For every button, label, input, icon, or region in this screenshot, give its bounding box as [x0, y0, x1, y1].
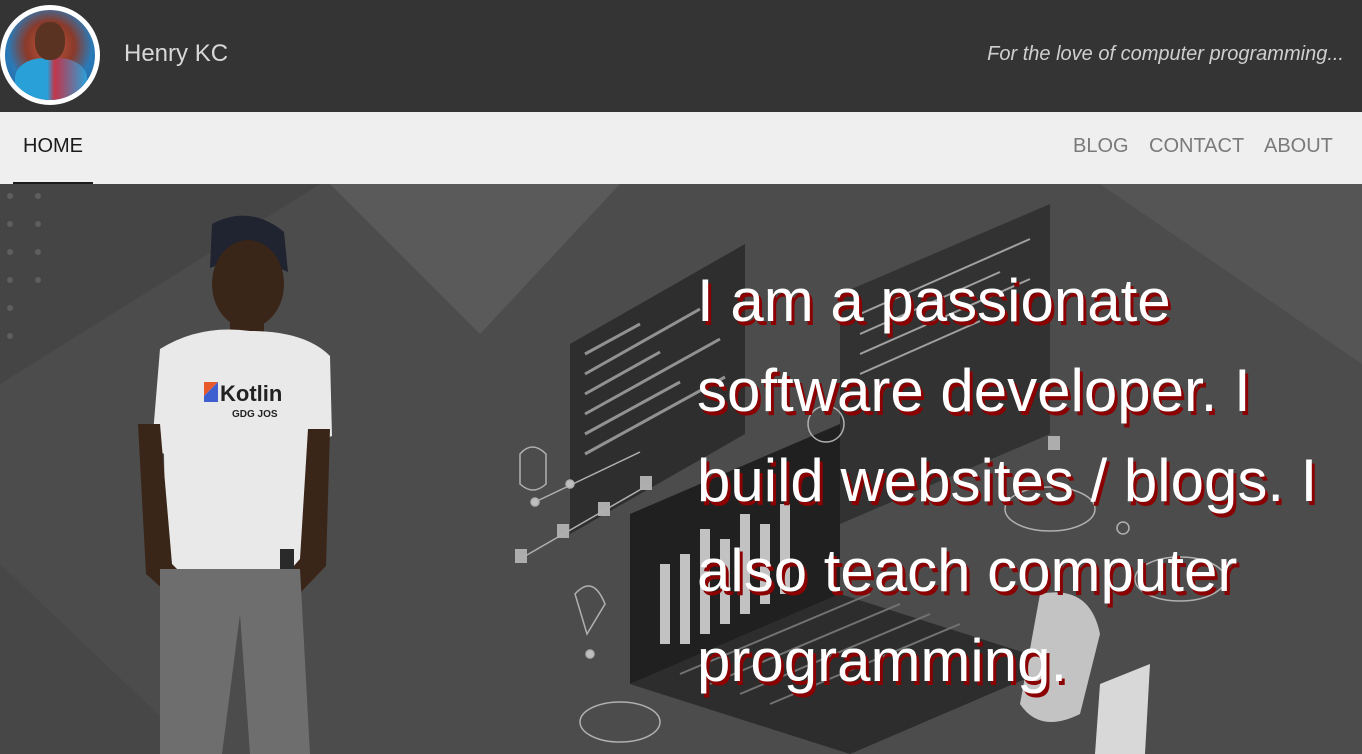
- nav-home-link[interactable]: HOME: [13, 135, 93, 185]
- hero-section: Kotlin GDG JOS I am a passionate softwar…: [0, 184, 1362, 754]
- profile-avatar[interactable]: [0, 5, 100, 105]
- site-title[interactable]: Henry KC: [124, 40, 228, 68]
- site-tagline: For the love of computer programming...: [987, 43, 1344, 65]
- nav-about-link[interactable]: ABOUT: [1264, 135, 1333, 158]
- developer-photo: Kotlin GDG JOS: [138, 215, 332, 754]
- avatar-body: [15, 58, 87, 100]
- shirt-sub-text: GDG JOS: [232, 409, 278, 420]
- site-header: Henry KC For the love of computer progra…: [0, 0, 1362, 112]
- avatar-face: [35, 22, 65, 60]
- hero-headline: I am a passionate software developer. I …: [697, 267, 1318, 694]
- nav-blog-link[interactable]: BLOG: [1073, 135, 1129, 158]
- nav-contact-link[interactable]: CONTACT: [1149, 135, 1244, 158]
- shirt-logo-text: Kotlin: [220, 381, 282, 406]
- main-navigation: HOME BLOG CONTACT ABOUT: [0, 112, 1362, 185]
